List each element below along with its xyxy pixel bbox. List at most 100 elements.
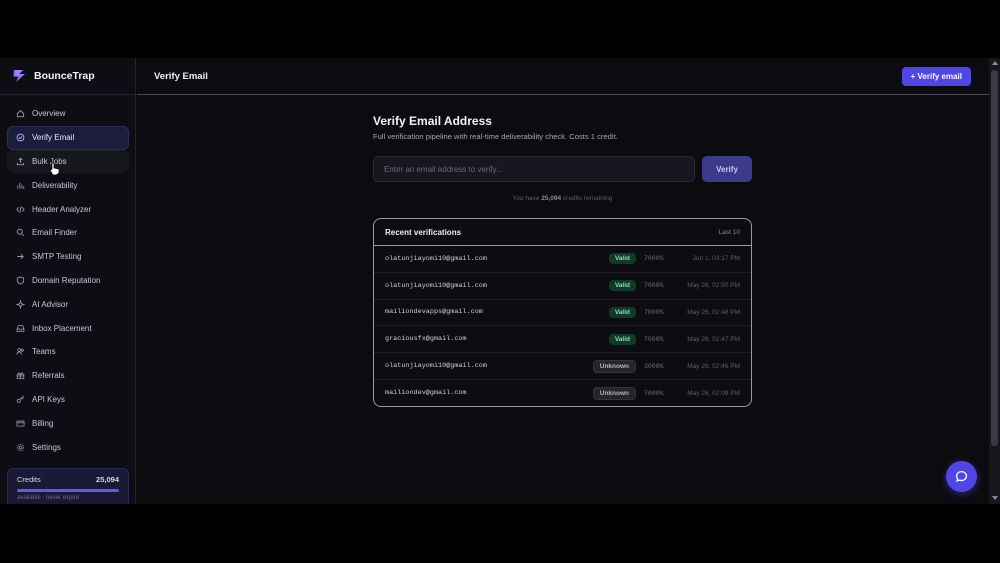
sidebar: BounceTrap Overview Verify Email Bulk Jobs… (0, 58, 136, 504)
scroll-thumb[interactable] (991, 70, 998, 446)
status-badge: Valid (608, 280, 636, 292)
verify-button[interactable]: Verify (702, 156, 752, 182)
users-icon (16, 347, 25, 356)
code-icon (16, 205, 25, 214)
sidebar-item-overview[interactable]: Overview (7, 102, 129, 126)
status-badge: Valid (608, 253, 636, 265)
verification-row[interactable]: mailiondevapps@gmail.com Valid 7000% May 26… (374, 300, 751, 327)
page-scrollbar[interactable] (989, 58, 1000, 504)
arrow-right-icon (16, 252, 25, 261)
scroll-up-arrow-icon[interactable] (992, 61, 998, 65)
sidebar-item-label: SMTP Testing (32, 252, 82, 262)
key-icon (16, 395, 25, 404)
credits-value: 25,094 (96, 475, 119, 484)
card-meta: Last 10 (718, 228, 740, 236)
email-input[interactable] (373, 156, 695, 182)
row-timestamp: May 26, 02:46 PM (687, 362, 740, 370)
sidebar-item-smtp-testing[interactable]: SMTP Testing (7, 245, 129, 269)
app-window: BounceTrap Overview Verify Email Bulk Jobs… (0, 58, 1000, 504)
card-header: Recent verifications Last 10 (374, 219, 751, 246)
credits-card[interactable]: Credits 25,094 available · never expire (7, 468, 129, 504)
mouse-pointer-icon (49, 162, 60, 176)
gear-icon (16, 443, 25, 452)
bolt-logo-icon (13, 70, 25, 82)
sidebar-item-label: Settings (32, 442, 61, 452)
sidebar-item-settings[interactable]: Settings (7, 435, 129, 459)
home-icon (16, 109, 25, 118)
verification-row[interactable]: olatunjiayomi10@gmail.com Valid 7000% May 2… (374, 273, 751, 300)
credits-note-prefix: You have (512, 195, 542, 202)
sidebar-item-inbox-placement[interactable]: Inbox Placement (7, 316, 129, 340)
sidebar-nav: Overview Verify Email Bulk Jobs Deliverabil… (0, 102, 136, 459)
verification-row[interactable]: graciousfx@gmail.com Valid 7000% May 26, 02… (374, 326, 751, 354)
sidebar-item-billing[interactable]: Billing (7, 411, 129, 435)
sidebar-item-label: Overview (32, 109, 66, 119)
recent-verifications-card: Recent verifications Last 10 olatunjiayo… (373, 218, 752, 407)
sidebar-item-header-analyzer[interactable]: Header Analyzer (7, 197, 129, 221)
row-score: 7000% (644, 255, 664, 263)
row-email: olatunjiayomi10@gmail.com (385, 254, 487, 263)
row-score: 7000% (644, 282, 664, 290)
sidebar-item-label: Referrals (32, 371, 65, 381)
sidebar-item-api-keys[interactable]: API Keys (7, 388, 129, 412)
status-badge: Valid (608, 333, 636, 345)
sidebar-item-label: Billing (32, 418, 54, 428)
verify-heading: Verify Email Address (373, 114, 492, 128)
status-badge: Unknown (592, 386, 636, 400)
check-circle-icon (16, 133, 25, 142)
credits-progress-fill (17, 489, 119, 492)
sidebar-item-email-finder[interactable]: Email Finder (7, 221, 129, 245)
sidebar-item-verify-email[interactable]: Verify Email (7, 125, 129, 150)
row-score: 7000% (644, 389, 664, 397)
sidebar-item-label: Deliverability (32, 180, 78, 190)
sidebar-item-deliverability[interactable]: Deliverability (7, 173, 129, 197)
verification-list: olatunjiayomi10@gmail.com Valid 7000% Jun 1… (374, 246, 751, 406)
status-badge: Unknown (592, 359, 636, 373)
row-email: graciousfx@gmail.com (385, 335, 467, 344)
verification-row[interactable]: olatunjiayomi10@gmail.com Valid 7000% Jun 1… (374, 246, 751, 273)
sidebar-item-label: API Keys (32, 394, 65, 404)
row-email: mailiondevapps@gmail.com (385, 308, 483, 317)
row-timestamp: May 26, 02:47 PM (687, 335, 740, 343)
chat-bubble-icon (955, 470, 968, 483)
sparkle-icon (16, 299, 25, 309)
sidebar-item-teams[interactable]: Teams (7, 340, 129, 364)
sidebar-item-label: Verify Email (32, 133, 75, 143)
card-title: Recent verifications (385, 227, 462, 237)
verification-row[interactable]: mailiondev@gmail.com Unknown 7000% May 26, … (374, 380, 751, 406)
gift-icon (16, 371, 25, 380)
row-email: mailiondev@gmail.com (385, 389, 467, 398)
search-icon (16, 228, 25, 237)
brand-name: BounceTrap (34, 70, 95, 82)
chat-button[interactable] (946, 461, 977, 492)
inbox-icon (16, 324, 25, 333)
bar-chart-icon (16, 181, 25, 190)
sidebar-item-domain-reputation[interactable]: Domain Reputation (7, 269, 129, 293)
sidebar-item-label: Header Analyzer (32, 204, 92, 214)
sidebar-item-label: AI Advisor (32, 299, 69, 309)
sidebar-item-ai-advisor[interactable]: AI Advisor (7, 292, 129, 316)
row-score: 3000% (644, 362, 664, 370)
row-timestamp: May 26, 02:09 PM (687, 389, 740, 397)
scroll-down-arrow-icon[interactable] (992, 496, 998, 500)
credits-remaining-note: You have 25,094 credits remaining (373, 195, 752, 202)
row-timestamp: May 26, 02:48 PM (687, 308, 740, 316)
sidebar-item-label: Inbox Placement (32, 323, 92, 333)
sidebar-item-referrals[interactable]: Referrals (7, 364, 129, 388)
sidebar-item-label: Email Finder (32, 228, 77, 238)
credits-subtext: available · never expire (17, 495, 80, 501)
sidebar-item-label: Teams (32, 347, 56, 357)
credits-note-suffix: credits remaining (561, 195, 613, 202)
page-title: Verify Email (154, 70, 208, 82)
row-score: 7000% (644, 335, 664, 343)
credits-note-value: 25,094 (541, 195, 562, 202)
row-timestamp: May 26, 02:50 PM (687, 282, 740, 290)
shield-icon (16, 276, 25, 285)
brand[interactable]: BounceTrap (0, 58, 136, 95)
row-email: olatunjiayomi10@gmail.com (385, 281, 487, 290)
upload-icon (16, 157, 25, 166)
verification-row[interactable]: olatunjiayomi10@gmail.com Unknown 3000% May… (374, 353, 751, 380)
credit-card-icon (16, 419, 25, 428)
sidebar-item-bulk-jobs[interactable]: Bulk Jobs (7, 149, 129, 174)
verify-email-button[interactable]: + Verify email (901, 66, 971, 86)
